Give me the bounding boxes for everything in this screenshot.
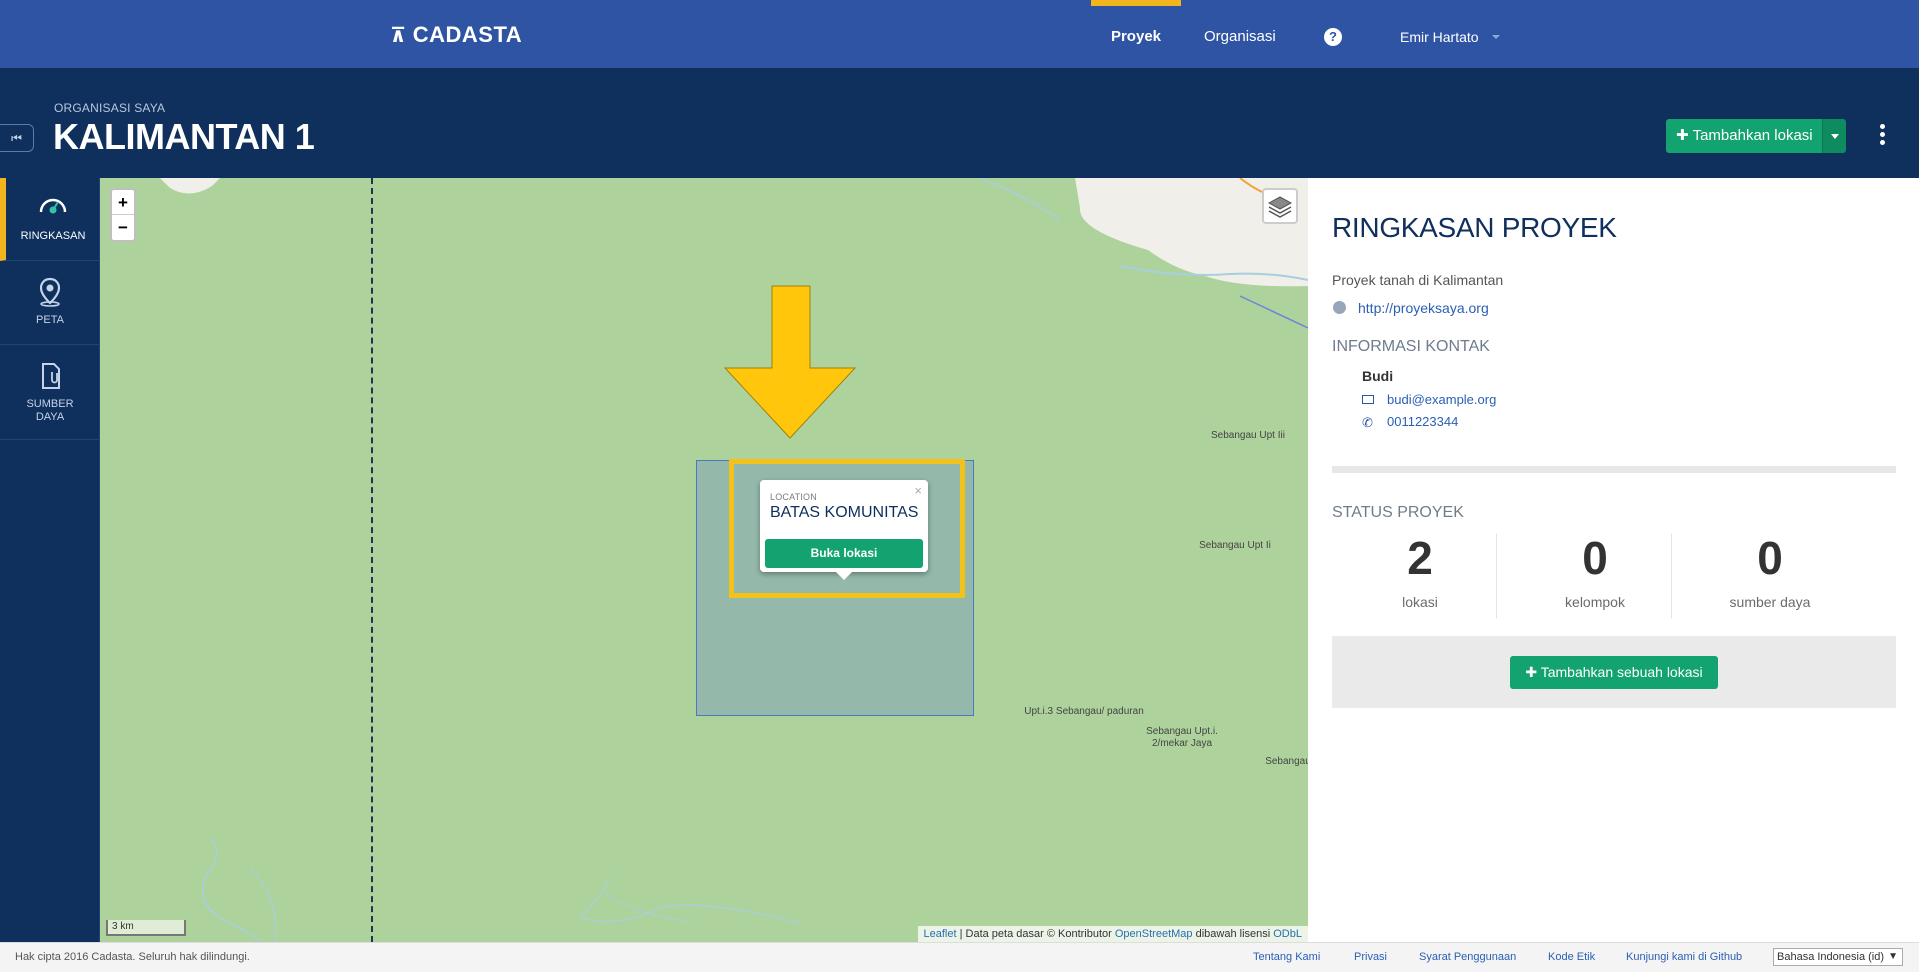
nav-organisasi[interactable]: Organisasi [1204,0,1276,68]
map-place-label: Sebangau Upt.i. 2/mekar Jaya [1146,726,1218,749]
layers-icon [1267,196,1293,218]
map-attribution: Leaflet | Data peta dasar © Kontributor … [917,926,1308,942]
stat-label: kelompok [1565,594,1625,610]
project-description: Proyek tanah di Kalimantan [1332,272,1504,288]
stat-groups: 0 kelompok [1508,530,1682,610]
footer-link-privacy[interactable]: Privasi [1354,951,1387,963]
plus-icon: ✚ [1525,664,1541,680]
add-location-label: Tambahkan lokasi [1692,127,1813,144]
footer: Hak cipta 2016 Cadasta. Seluruh hak dili… [0,942,1919,972]
copyright-text: Hak cipta 2016 Cadasta. Seluruh hak dili… [15,951,250,963]
contact-email-link[interactable]: budi@example.org [1387,392,1496,407]
project-title: KALIMANTAN 1 [53,116,315,157]
footer-link-code-of-conduct[interactable]: Kode Etik [1548,951,1595,963]
stat-divider [1671,534,1672,618]
osm-link[interactable]: OpenStreetMap [1115,928,1193,940]
map-scale: 3 km [106,920,186,936]
globe-icon [1333,301,1346,314]
zoom-control: + − [110,188,136,242]
mail-icon [1362,395,1374,404]
top-navbar: ⊼ CADASTA Proyek Organisasi ? Emir Harta… [0,0,1919,68]
attribution-text: | Data peta dasar © Kontributor [956,928,1115,940]
stat-resources: 0 sumber daya [1683,530,1857,610]
sidebar-item-ringkasan[interactable]: RINGKASAN [0,178,100,261]
map-place-label: Sebangau [1265,756,1308,767]
sidebar-item-sumber-daya[interactable]: SUMBER DAYA [0,346,100,440]
contact-phone-link[interactable]: 0011223344 [1387,414,1458,429]
plus-icon: ✚ [1676,127,1689,144]
stat-locations: 2 lokasi [1333,530,1507,610]
boundary-line [371,178,373,942]
cadasta-logo-icon: ⊼ [390,24,407,47]
stat-value: 2 [1407,532,1433,584]
collapse-icon: ⏮ [11,131,22,145]
popup-kicker: LOCATION [770,492,817,502]
project-summary-panel: RINGKASAN PROYEK Proyek tanah di Kaliman… [1308,178,1919,942]
sidebar-item-peta[interactable]: PETA [0,262,100,345]
footer-link-about[interactable]: Tentang Kami [1253,951,1320,963]
sidebar-item-label: SUMBER DAYA [26,398,74,423]
logo-text: CADASTA [412,22,523,47]
sidebar-item-label: PETA [36,314,64,326]
chevron-down-icon[interactable] [1492,35,1500,39]
language-value: Bahasa Indonesia (id) [1777,951,1885,963]
more-options-icon[interactable] [1878,124,1886,148]
layers-button[interactable] [1262,188,1298,224]
map-place-label: Sebangau Upt Iii [1211,430,1285,441]
footer-link-github[interactable]: Kunjungi kami di Github [1626,951,1742,963]
map-place-label: Sebangau Upt Ii [1199,540,1271,551]
language-select[interactable]: Bahasa Indonesia (id) ▼ [1773,948,1903,966]
sidebar: RINGKASAN PETA SUMBER DAYA [0,178,100,942]
map-view[interactable]: × LOCATION BATAS KOMUNITAS Buka lokasi +… [100,178,1308,942]
section-divider [1332,466,1896,473]
add-location-dropdown-toggle[interactable] [1822,119,1846,153]
stat-label: lokasi [1402,594,1438,610]
location-popup: × LOCATION BATAS KOMUNITAS Buka lokasi [760,480,928,580]
chevron-down-icon: ▼ [1888,951,1898,962]
status-heading: STATUS PROYEK [1332,504,1464,521]
organization-label[interactable]: ORGANISASI SAYA [54,101,165,115]
add-location-button[interactable]: ✚ Tambahkan lokasi [1666,119,1822,153]
resource-clip-icon [42,363,60,389]
stat-divider [1496,534,1497,618]
add-location-box: ✚ Tambahkan sebuah lokasi [1332,636,1896,708]
stat-value: 0 [1757,532,1783,584]
help-icon[interactable]: ? [1324,28,1342,46]
contact-name: Budi [1362,368,1394,384]
map-pin-icon [39,277,61,307]
leaflet-link[interactable]: Leaflet [924,928,957,940]
footer-link-terms[interactable]: Syarat Penggunaan [1419,951,1516,963]
map-place-label: Upt.i.3 Sebangau/ paduran [1024,706,1144,717]
zoom-out-button[interactable]: − [112,215,134,240]
user-menu[interactable]: Emir Hartato [1400,0,1479,68]
sidebar-item-label: RINGKASAN [20,230,86,242]
cadasta-logo[interactable]: ⊼ CADASTA [390,22,522,48]
contact-heading: INFORMASI KONTAK [1332,338,1490,355]
popup-title: BATAS KOMUNITAS [770,504,919,521]
zoom-in-button[interactable]: + [112,190,134,215]
panel-title: RINGKASAN PROYEK [1332,212,1617,243]
project-url-link[interactable]: http://proyeksaya.org [1358,300,1489,316]
add-a-location-label: Tambahkan sebuah lokasi [1540,664,1703,680]
stat-value: 0 [1582,532,1608,584]
phone-icon: ✆ [1362,415,1373,430]
close-icon[interactable]: × [914,483,922,498]
collapse-sidebar-button[interactable]: ⏮ [0,124,34,152]
open-location-button[interactable]: Buka lokasi [765,539,923,568]
nav-proyek[interactable]: Proyek [1091,0,1181,68]
dashboard-icon [39,198,67,214]
stat-label: sumber daya [1729,594,1811,610]
add-a-location-button[interactable]: ✚ Tambahkan sebuah lokasi [1510,656,1718,689]
odbl-link[interactable]: ODbL [1273,928,1302,940]
attribution-text: dibawah lisensi [1192,928,1274,940]
